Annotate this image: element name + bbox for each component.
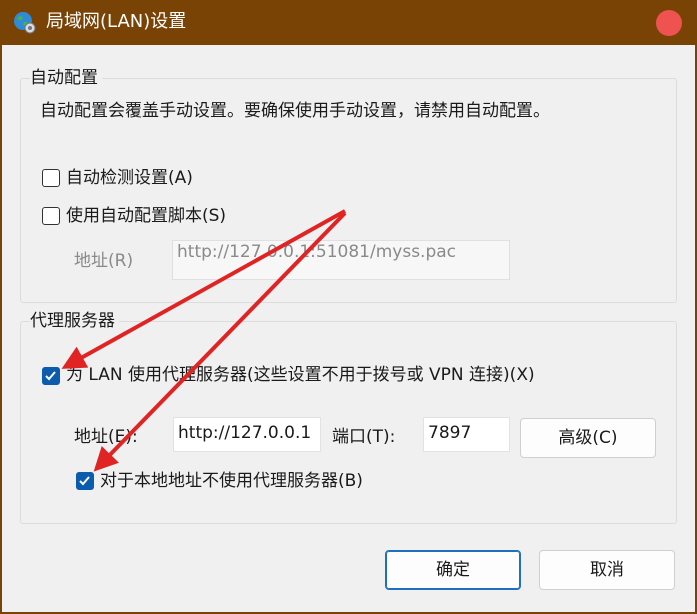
window-title: 局域网(LAN)设置 <box>46 11 187 32</box>
advanced-button[interactable]: 高级(C) <box>520 418 656 458</box>
script-address-field[interactable]: http://127.0.0.1:51081/myss.pac <box>172 240 510 280</box>
auto-config-group-label: 自动配置 <box>30 67 102 89</box>
auto-detect-checkbox[interactable] <box>42 169 60 187</box>
script-address-label: 地址(R) <box>74 251 134 271</box>
ok-button[interactable]: 确定 <box>385 550 521 590</box>
proxy-address-field[interactable]: http://127.0.0.1 <box>173 417 321 452</box>
auto-detect-label[interactable]: 自动检测设置(A) <box>66 167 193 189</box>
close-button[interactable] <box>656 10 682 36</box>
proxy-address-label: 地址(E): <box>74 427 138 447</box>
port-label: 端口(T): <box>332 427 396 447</box>
bypass-local-checkbox[interactable] <box>76 472 94 490</box>
dialog-body: 自动配置 自动配置会覆盖手动设置。要确保使用手动设置，请禁用自动配置。 自动检测… <box>2 45 695 612</box>
use-script-checkbox[interactable] <box>42 207 60 225</box>
use-proxy-checkbox[interactable] <box>42 367 60 385</box>
proxy-group-label: 代理服务器 <box>30 310 119 332</box>
auto-config-description: 自动配置会覆盖手动设置。要确保使用手动设置，请禁用自动配置。 <box>40 101 550 121</box>
cancel-button[interactable]: 取消 <box>539 550 675 590</box>
bypass-local-label[interactable]: 对于本地地址不使用代理服务器(B) <box>100 470 363 492</box>
checkmark-icon <box>45 371 56 381</box>
port-field[interactable]: 7897 <box>423 417 510 452</box>
globe-settings-icon <box>12 10 36 34</box>
title-bar: 局域网(LAN)设置 <box>0 0 697 45</box>
use-proxy-label[interactable]: 为 LAN 使用代理服务器(这些设置不用于拨号或 VPN 连接)(X) <box>66 364 535 386</box>
use-script-label[interactable]: 使用自动配置脚本(S) <box>66 205 226 227</box>
checkmark-icon <box>79 476 90 486</box>
